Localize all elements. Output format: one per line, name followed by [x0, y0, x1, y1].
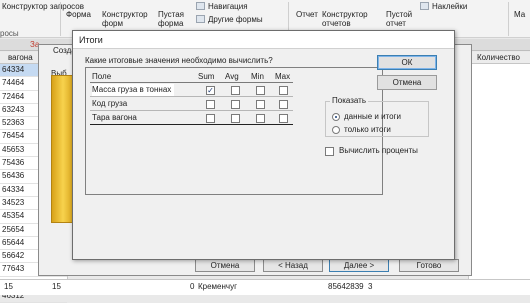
- datasheet-right-column: Количество: [468, 52, 530, 295]
- blank-report-button[interactable]: Пустой отчет: [386, 10, 416, 28]
- sum-checkbox[interactable]: ✓: [206, 86, 215, 95]
- table-cell[interactable]: 0: [190, 280, 194, 294]
- wizard-finish-button[interactable]: Готово: [399, 259, 459, 272]
- ribbon-separator: [60, 2, 61, 36]
- wizard-next-button[interactable]: Далее >: [329, 259, 389, 272]
- max-checkbox[interactable]: [279, 100, 288, 109]
- labels-icon: [420, 2, 429, 10]
- summary-grid-header: Поле Sum Avg Min Max: [86, 72, 382, 82]
- totals-only-label[interactable]: только итоги: [344, 125, 391, 134]
- field-name: Масса груза в тоннах: [92, 84, 175, 96]
- dialog-title: Итоги: [73, 31, 454, 49]
- header-divider: [90, 82, 293, 83]
- header-min: Min: [251, 72, 264, 81]
- more-forms-dropdown[interactable]: Другие формы: [208, 15, 263, 24]
- table-cell[interactable]: 85642839: [328, 280, 364, 294]
- avg-checkbox[interactable]: [231, 114, 240, 123]
- ok-button[interactable]: ОК: [377, 55, 437, 70]
- labels-button[interactable]: Наклейки: [432, 2, 467, 11]
- min-checkbox[interactable]: [256, 100, 265, 109]
- table-row[interactable]: 15 15 0 Кременчуг 85642839 3: [0, 279, 530, 295]
- avg-checkbox[interactable]: [231, 86, 240, 95]
- field-name: Тара вагона: [92, 113, 137, 122]
- header-max: Max: [275, 72, 291, 81]
- show-options-group: Показать данные и итоги только итоги: [325, 96, 429, 137]
- sum-checkbox[interactable]: [206, 114, 215, 123]
- details-and-totals-label[interactable]: данные и итоги: [344, 112, 401, 121]
- navigation-icon: [196, 2, 205, 10]
- table-cell[interactable]: Кременчуг: [198, 280, 237, 294]
- min-checkbox[interactable]: [256, 86, 265, 95]
- report-button[interactable]: Отчет: [296, 10, 318, 19]
- totals-only-radio[interactable]: [332, 126, 340, 134]
- column-header-count[interactable]: Количество: [469, 52, 530, 64]
- sum-checkbox[interactable]: [206, 100, 215, 109]
- show-group-label: Показать: [330, 96, 369, 105]
- table-cell[interactable]: 15: [52, 280, 61, 294]
- macro-button[interactable]: Ма: [514, 10, 525, 19]
- blank-form-button[interactable]: Пустая форма: [158, 10, 190, 28]
- header-avg: Avg: [225, 72, 239, 81]
- navigation-dropdown[interactable]: Навигация: [208, 2, 248, 11]
- summary-row: Код груза: [90, 98, 293, 111]
- max-checkbox[interactable]: [279, 114, 288, 123]
- ribbon-group-label: росы: [0, 29, 19, 38]
- wizard-cancel-button[interactable]: Отмена: [195, 259, 255, 272]
- min-checkbox[interactable]: [256, 114, 265, 123]
- dialog-prompt: Какие итоговые значения необходимо вычис…: [85, 56, 273, 65]
- form-button[interactable]: Форма: [66, 10, 91, 19]
- summary-options-dialog: Итоги Какие итоговые значения необходимо…: [72, 30, 455, 260]
- ribbon-separator: [508, 2, 509, 36]
- header-field: Поле: [92, 72, 112, 81]
- avg-checkbox[interactable]: [231, 100, 240, 109]
- summary-row: Масса груза в тоннах ✓: [90, 84, 293, 97]
- cancel-button[interactable]: Отмена: [377, 75, 437, 90]
- wizard-back-button[interactable]: < Назад: [263, 259, 323, 272]
- max-checkbox[interactable]: [279, 86, 288, 95]
- table-cell[interactable]: 3: [368, 280, 372, 294]
- row-number: 15: [4, 282, 13, 291]
- header-sum: Sum: [198, 72, 215, 81]
- more-forms-icon: [196, 15, 205, 23]
- details-and-totals-radio[interactable]: [332, 113, 340, 121]
- report-designer-button[interactable]: Конструктор отчетов: [322, 10, 380, 28]
- summary-row: Тара вагона: [90, 112, 293, 125]
- field-name: Код груза: [92, 99, 128, 108]
- percent-label[interactable]: Вычислить проценты: [339, 146, 418, 155]
- percent-checkbox[interactable]: [325, 147, 334, 156]
- form-designer-button[interactable]: Конструктор форм: [102, 10, 152, 28]
